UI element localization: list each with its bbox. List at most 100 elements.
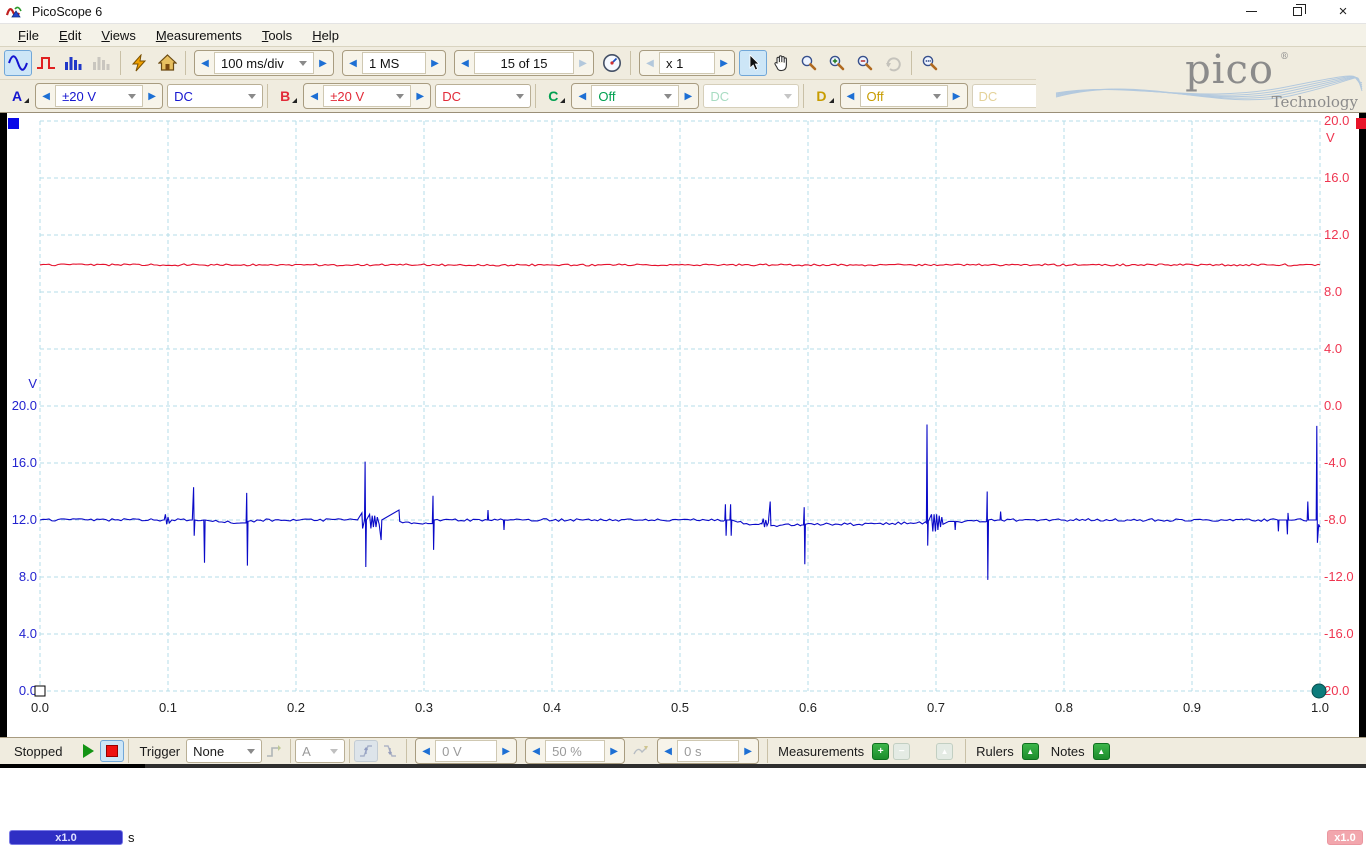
trigger-delay-decrease-button[interactable]: ◀ [659, 740, 677, 762]
timebase-decrease-button[interactable]: ◀ [196, 52, 214, 74]
pretrigger-decrease-button[interactable]: ◀ [527, 740, 545, 762]
channel-d-range-value: Off [867, 89, 884, 104]
normal-selection-tool-button[interactable] [739, 50, 767, 76]
channel-c-range-select[interactable]: Off [591, 85, 679, 107]
trigger-marker-icon [266, 743, 282, 759]
zoom-factor-field[interactable]: x 1 [659, 52, 715, 74]
restore-button[interactable] [1274, 0, 1320, 23]
right-axis-ruler-handle[interactable] [1312, 684, 1326, 698]
spectrum-view-button[interactable] [60, 50, 88, 76]
right-axis-unit-label: V [1326, 130, 1335, 145]
channel-c-coupling-select: DC [703, 84, 799, 108]
hand-tool-button[interactable] [767, 50, 795, 76]
timebase-increase-button[interactable]: ▶ [314, 52, 332, 74]
channel-d-label[interactable]: D [816, 88, 833, 104]
zoom-factor-group: ◀ x 1 ▶ [639, 50, 735, 76]
channel-d-range-select[interactable]: Off [860, 85, 948, 107]
x-axis-tick-label: 0.8 [1055, 700, 1073, 715]
zoom-out-tool-button[interactable] [851, 50, 879, 76]
channel-b-coupling-select[interactable]: DC [435, 84, 531, 108]
auto-setup-button[interactable] [125, 50, 153, 76]
logo-brand-text: pico [1185, 47, 1274, 93]
chevron-down-icon [933, 94, 941, 99]
undo-zoom-button [879, 50, 907, 76]
buffer-group: ◀ 15 of 15 ▶ [454, 50, 594, 76]
menu-bar: File Edit Views Measurements Tools Help [0, 24, 1366, 47]
trigger-mode-select[interactable]: None [186, 739, 262, 763]
channel-a-range-select[interactable]: ±20 V [55, 85, 143, 107]
channel-a-range-decrease-button[interactable]: ◀ [37, 85, 55, 107]
channel-a-range-increase-button[interactable]: ▶ [143, 85, 161, 107]
axis-tick-label: 12.0 [1324, 227, 1349, 242]
menu-tools[interactable]: Tools [252, 25, 302, 46]
rising-edge-button [354, 740, 378, 762]
samples-field[interactable]: 1 MS [362, 52, 426, 74]
channel-c-label[interactable]: C [548, 88, 565, 104]
chevron-down-icon [784, 94, 792, 99]
left-axis-scale-badge[interactable]: x1.0 [9, 830, 123, 845]
home-button[interactable] [153, 50, 181, 76]
channel-d-range-increase-button[interactable]: ▶ [948, 85, 966, 107]
samples-decrease-button[interactable]: ◀ [344, 52, 362, 74]
channel-b-range-select[interactable]: ±20 V [323, 85, 411, 107]
channel-a-zero-marker[interactable] [35, 686, 45, 696]
marquee-zoom-tool-button[interactable] [795, 50, 823, 76]
start-capture-button[interactable] [76, 740, 100, 762]
minus-icon: − [899, 746, 905, 757]
channel-a-coupling-select[interactable]: DC [167, 84, 263, 108]
zoom-in-tool-button[interactable] [823, 50, 851, 76]
channel-b-range-decrease-button[interactable]: ◀ [305, 85, 323, 107]
up-arrow-icon: ▲ [941, 747, 949, 756]
add-measurement-button[interactable]: + [872, 743, 889, 760]
stop-capture-button[interactable] [100, 740, 124, 762]
channel-c-range-increase-button[interactable]: ▶ [679, 85, 697, 107]
scope-view[interactable]: 20.016.012.08.04.00.0V20.016.012.08.04.0… [0, 113, 1366, 737]
samples-increase-button[interactable]: ▶ [426, 52, 444, 74]
channel-c-range-decrease-button[interactable]: ◀ [573, 85, 591, 107]
left-window-edge [0, 113, 7, 737]
menu-edit[interactable]: Edit [49, 25, 91, 46]
trigger-level-decrease-button[interactable]: ◀ [417, 740, 435, 762]
timebase-select[interactable]: 100 ms/div [214, 52, 314, 74]
buffer-previous-button[interactable]: ◀ [456, 52, 474, 74]
trigger-level-increase-button[interactable]: ▶ [497, 740, 515, 762]
channel-b-axis-marker[interactable] [1356, 118, 1366, 129]
plus-icon: + [878, 746, 884, 757]
trigger-level-field: 0 V [435, 740, 497, 762]
channel-b-label[interactable]: B [280, 88, 297, 104]
close-button[interactable]: × [1320, 0, 1366, 23]
scope-view-button[interactable] [4, 50, 32, 76]
channel-c-range-group: ◀ Off ▶ [571, 83, 699, 109]
right-axis-scale-badge[interactable]: x1.0 [1327, 830, 1363, 845]
zoom-increase-button[interactable]: ▶ [715, 52, 733, 74]
channel-a-label[interactable]: A [12, 88, 29, 104]
x-axis-tick-label: 0.7 [927, 700, 945, 715]
channel-b-range-increase-button[interactable]: ▶ [411, 85, 429, 107]
buffer-navigator-button[interactable] [598, 50, 626, 76]
x-axis-tick-label: 0.9 [1183, 700, 1201, 715]
menu-help[interactable]: Help [302, 25, 349, 46]
pretrigger-field: 50 % [545, 740, 605, 762]
buffer-field[interactable]: 15 of 15 [474, 52, 574, 74]
measurements-label: Measurements [778, 744, 864, 759]
spectrum-bars-icon [64, 54, 84, 72]
x-axis-tick-label: 0.3 [415, 700, 433, 715]
channel-a-axis-marker[interactable] [8, 118, 19, 129]
restore-icon [1293, 7, 1302, 16]
menu-measurements[interactable]: Measurements [146, 25, 252, 46]
x-axis-tick-label: 0.6 [799, 700, 817, 715]
falling-edge-button [378, 740, 402, 762]
channel-d-range-group: ◀ Off ▶ [840, 83, 968, 109]
x-axis-tick-label: 1.0 [1311, 700, 1329, 715]
axis-tick-label: 4.0 [19, 626, 37, 641]
zoom-overview-button[interactable] [916, 50, 944, 76]
menu-file[interactable]: File [8, 25, 49, 46]
rulers-button[interactable]: ▲ [1022, 743, 1039, 760]
minimize-button[interactable] [1228, 0, 1274, 23]
persistence-view-button[interactable] [32, 50, 60, 76]
menu-views[interactable]: Views [91, 25, 145, 46]
channel-d-range-decrease-button[interactable]: ◀ [842, 85, 860, 107]
notes-button[interactable]: ▲ [1093, 743, 1110, 760]
pretrigger-increase-button[interactable]: ▶ [605, 740, 623, 762]
trigger-delay-increase-button[interactable]: ▶ [739, 740, 757, 762]
